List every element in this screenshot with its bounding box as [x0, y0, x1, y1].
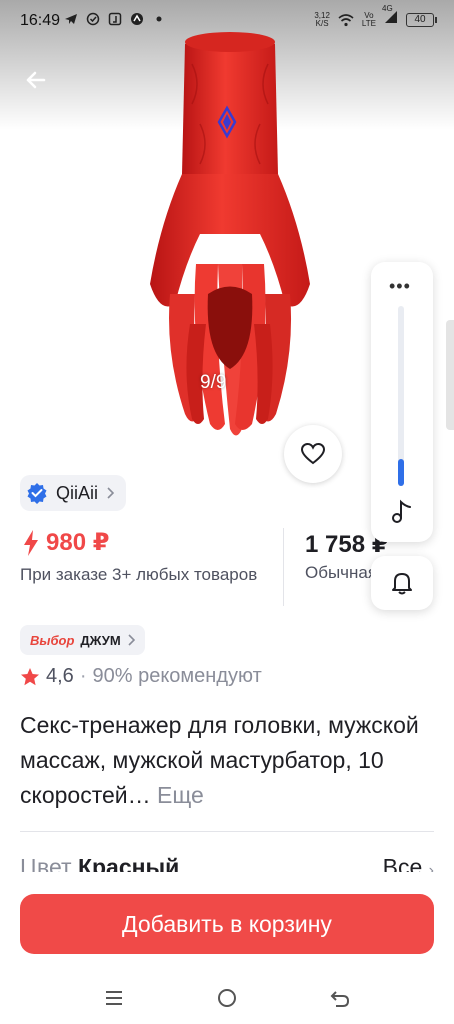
home-icon[interactable] [215, 986, 239, 1010]
music-note-icon[interactable] [389, 498, 415, 524]
discounted-price-value: 980 ₽ [46, 529, 110, 556]
wifi-icon [338, 13, 354, 26]
rocket-icon [131, 13, 143, 25]
system-nav-bar [0, 972, 454, 1024]
menu-icon[interactable] [102, 986, 126, 1010]
color-selector[interactable]: Цвет Красный Все › [20, 852, 434, 872]
back-arrow-icon[interactable] [20, 64, 52, 96]
battery-icon: 40 [406, 12, 437, 27]
color-value: Красный [77, 854, 180, 872]
chevron-right-icon [128, 634, 135, 646]
regular-price-label: Обычная [305, 563, 378, 582]
recommend-percent: 90% рекомендуют [92, 665, 262, 687]
favorite-button[interactable] [284, 425, 342, 483]
back-icon[interactable] [328, 986, 352, 1010]
more-link[interactable]: Еще [157, 782, 204, 808]
status-bar: 16:49 3,12 K/S Vo LTE 4G 40 [0, 0, 454, 44]
discounted-price: 980 ₽ [22, 528, 109, 557]
choice-badge[interactable]: Выбор ДЖУМ [20, 625, 145, 655]
product-image [150, 32, 310, 436]
lightning-icon [24, 529, 38, 556]
network-speed: 3,12 K/S [314, 10, 330, 28]
app-icon [108, 12, 122, 26]
more-dots-icon[interactable]: ••• [389, 276, 411, 297]
status-time: 16:49 [20, 12, 61, 29]
bell-icon [392, 573, 412, 595]
badge-vybor: Выбор [30, 632, 75, 648]
verified-badge-icon [27, 483, 47, 504]
notification-toggle[interactable] [371, 556, 433, 610]
color-label: Цвет [20, 854, 72, 872]
volume-slider-fill [398, 459, 404, 486]
edge-handle[interactable] [446, 320, 454, 430]
section-divider [20, 831, 434, 832]
rating-row[interactable]: 4,6 · 90% рекомендуют [20, 665, 262, 688]
signal-indicator: 4G [382, 4, 398, 29]
chevron-right-icon [107, 487, 115, 499]
price-divider [283, 528, 284, 606]
seller-name: QiiAii [56, 482, 99, 503]
telegram-icon [65, 14, 77, 24]
volte-indicator: Vo LTE [361, 10, 376, 28]
product-title: Секс-тренажер для головки, мужской масса… [20, 708, 440, 813]
notification-icons [64, 12, 166, 26]
color-all-link[interactable]: Все [383, 854, 423, 872]
rating-separator: · [79, 665, 87, 687]
volume-panel[interactable]: ••• [371, 262, 433, 542]
add-to-cart-button[interactable]: Добавить в корзину [20, 894, 434, 954]
star-icon [21, 667, 39, 685]
status-right-icons: 3,12 K/S Vo LTE 4G 40 [314, 4, 437, 29]
heart-icon [300, 442, 326, 465]
product-title-text: Секс-тренажер для головки, мужской масса… [20, 712, 419, 808]
rating-value: 4,6 [46, 665, 74, 687]
volume-slider[interactable] [398, 306, 404, 486]
discounted-price-note: При заказе 3+ любых товаров [20, 565, 258, 584]
badge-djum: ДЖУМ [80, 632, 121, 648]
seller-chip[interactable]: QiiAii [20, 475, 127, 511]
chevron-right-icon: › [428, 862, 434, 872]
dot-icon [156, 16, 162, 22]
check-circle-icon [86, 12, 100, 26]
gallery-counter: 9/9 [200, 372, 227, 393]
